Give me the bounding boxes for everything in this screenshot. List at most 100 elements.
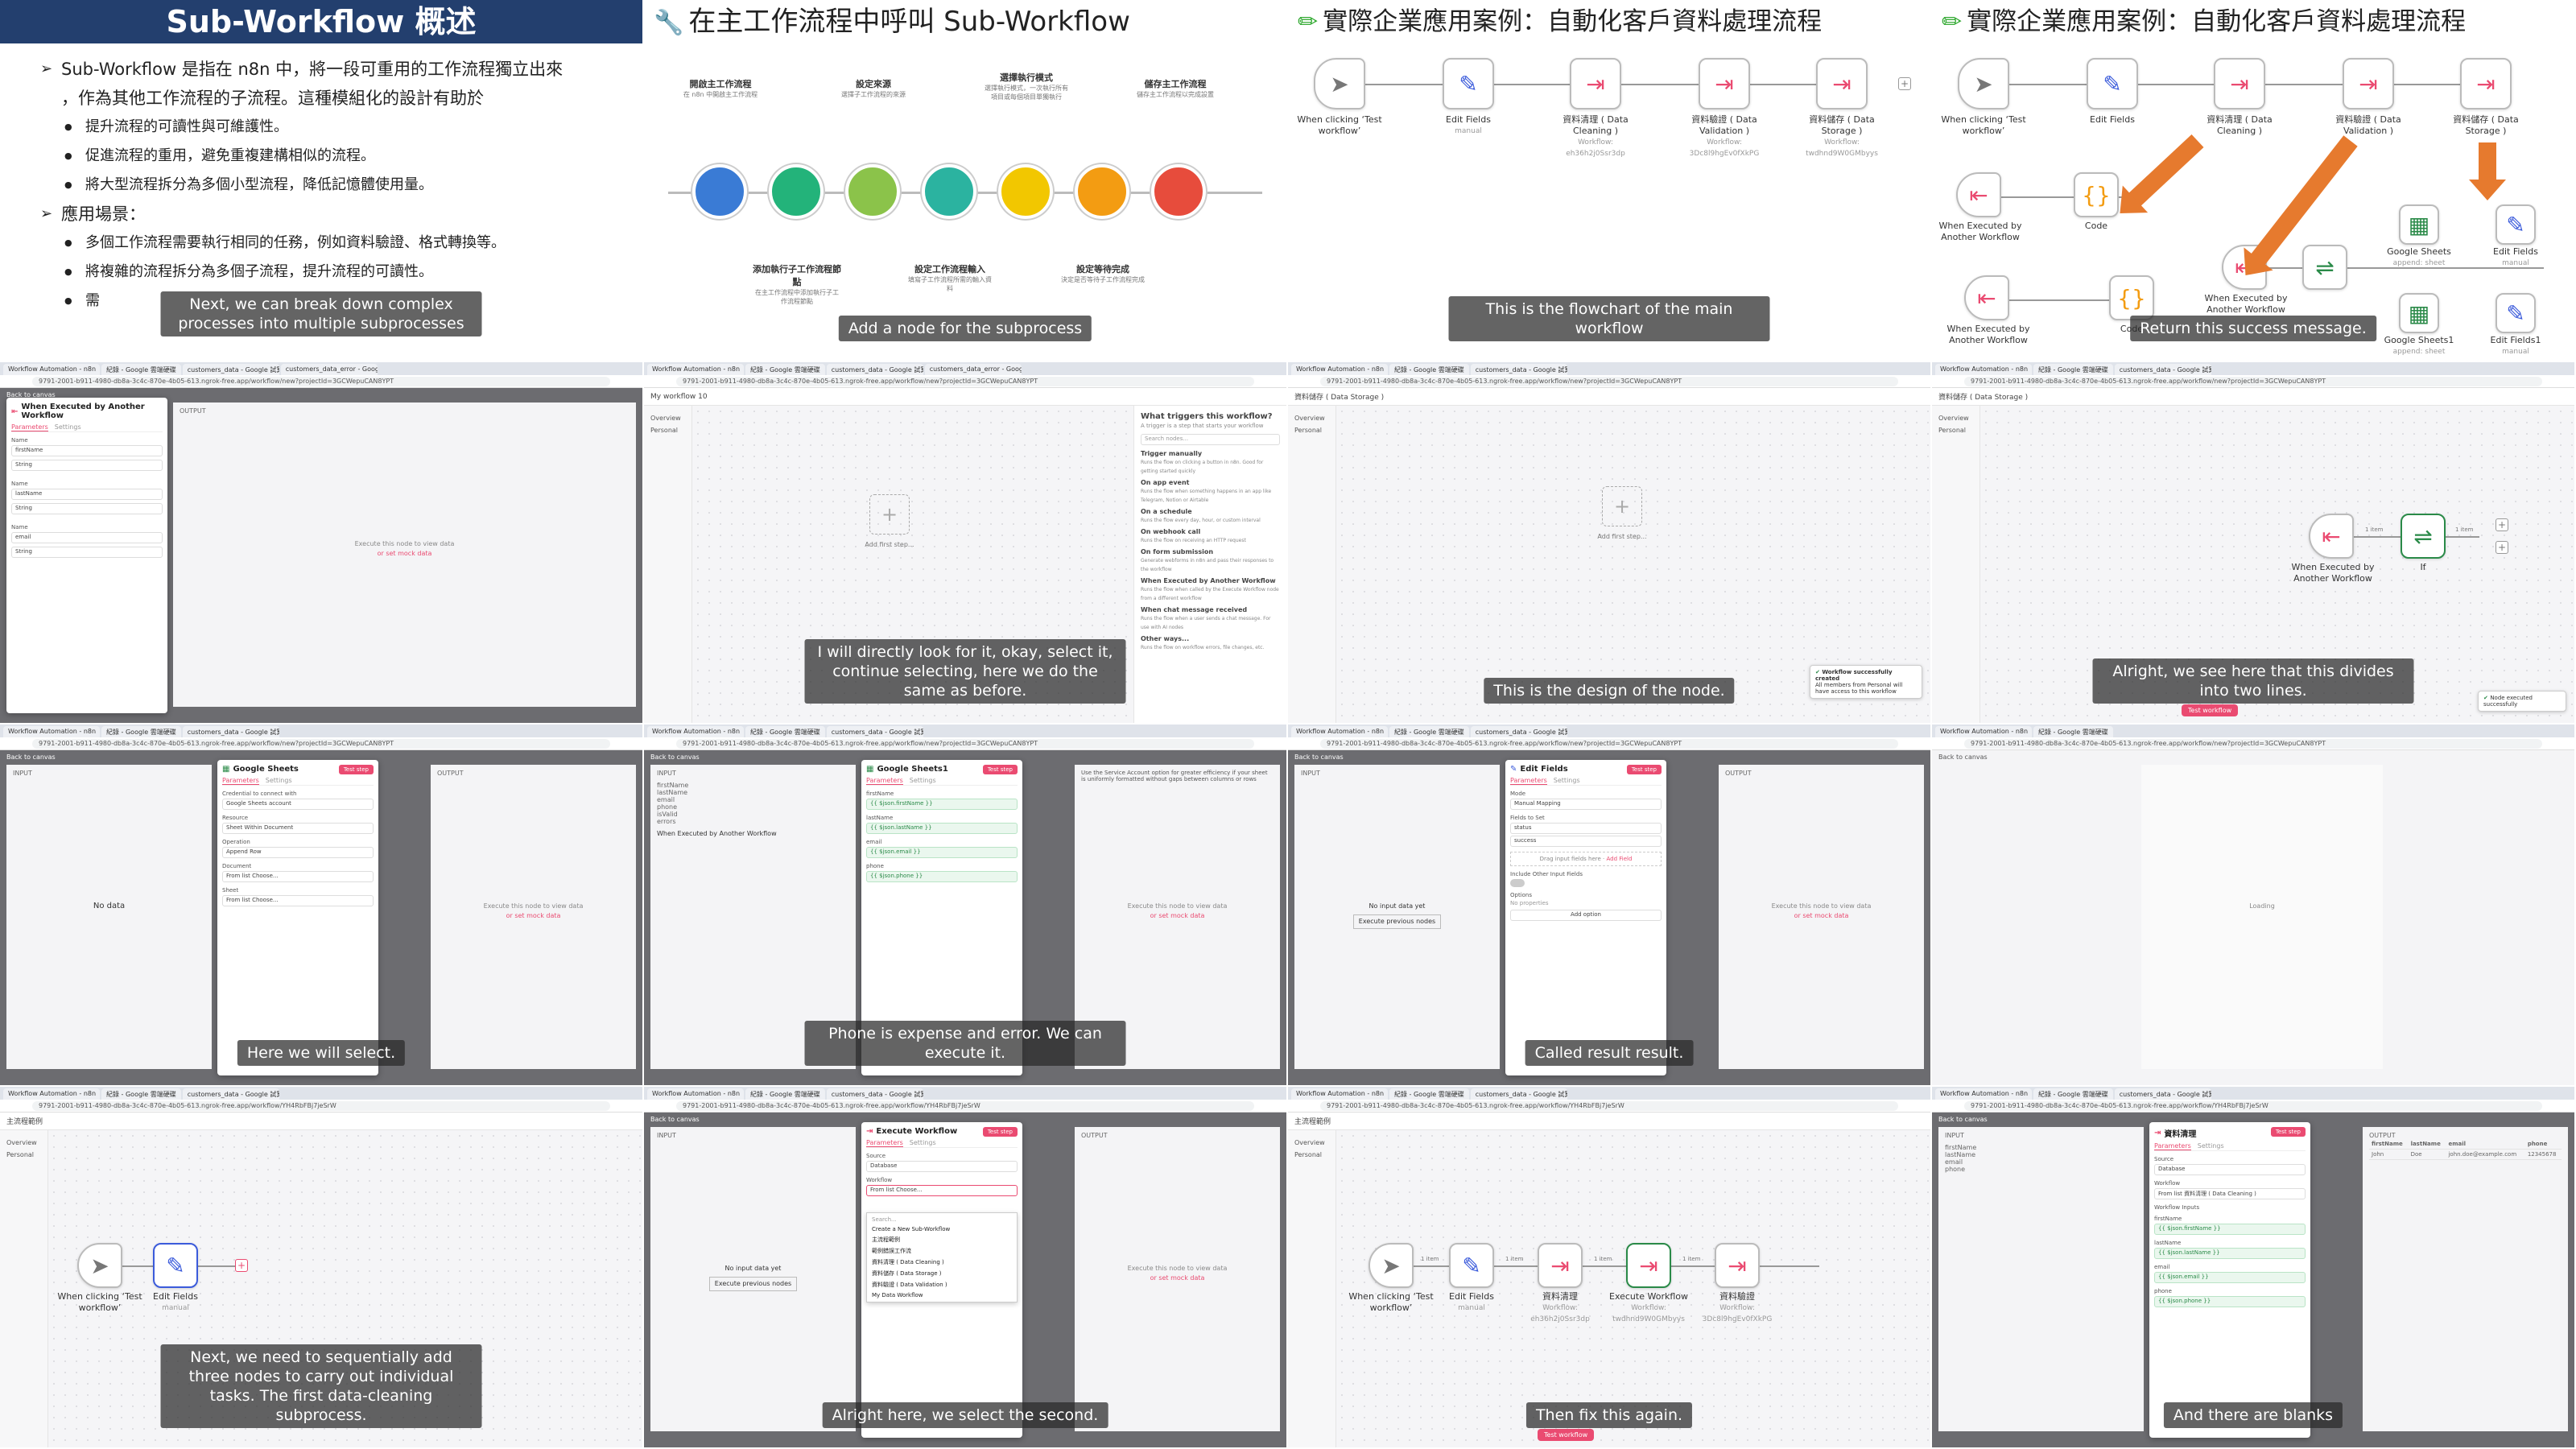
tab-parameters[interactable]: Parameters bbox=[222, 777, 259, 785]
field-input[interactable]: lastName bbox=[11, 489, 163, 500]
input-field[interactable]: firstName bbox=[1945, 1144, 2137, 1151]
input-field[interactable]: email bbox=[1945, 1158, 2137, 1166]
browser-tab[interactable]: customers_data - Google 試算 bbox=[1470, 364, 1567, 375]
subworkflow-node[interactable]: ⇥ bbox=[2343, 58, 2394, 109]
subworkflow-node[interactable]: ⇥ bbox=[2214, 58, 2265, 109]
input-field[interactable]: email bbox=[657, 796, 849, 803]
mapping-expression[interactable]: {{ $json.phone }} bbox=[866, 871, 1018, 882]
source-select[interactable]: Database bbox=[866, 1161, 1018, 1172]
browser-tab[interactable]: 紀錄 - Google 雲端硬碟 bbox=[2033, 726, 2113, 737]
source-select[interactable]: Database bbox=[2154, 1164, 2306, 1175]
field-name-input[interactable]: status bbox=[1510, 823, 1662, 834]
google-sheets-icon[interactable]: ▦ bbox=[2399, 293, 2439, 333]
add-first-step-button[interactable]: + bbox=[869, 494, 910, 535]
sidebar-item-personal[interactable]: Personal bbox=[1288, 424, 1335, 436]
test-step-button[interactable]: Test step bbox=[982, 1127, 1018, 1137]
browser-tab[interactable]: customers_data - Google 試算 bbox=[826, 1088, 923, 1100]
address-bar[interactable]: 9791-2001-b911-4980-db8a-3c4c-870e-4b05-… bbox=[1932, 737, 2574, 750]
sidebar-item-personal[interactable]: Personal bbox=[0, 1149, 47, 1161]
tab-parameters[interactable]: Parameters bbox=[11, 423, 48, 431]
browser-tab[interactable]: 紀錄 - Google 雲端硬碟 bbox=[745, 726, 825, 737]
tab-parameters[interactable]: Parameters bbox=[1510, 777, 1547, 785]
browser-tab[interactable]: Workflow Automation - n8n bbox=[1291, 1088, 1388, 1100]
browser-tab[interactable]: 紀錄 - Google 雲端硬碟 bbox=[2033, 364, 2113, 375]
back-to-canvas-link[interactable]: Back to canvas bbox=[1294, 753, 1344, 761]
sidebar-item-personal[interactable]: Personal bbox=[644, 424, 691, 436]
test-step-button[interactable]: Test step bbox=[2270, 1127, 2306, 1137]
mouse-pointer-icon[interactable]: ➤ bbox=[77, 1243, 122, 1288]
mapping-expression[interactable]: {{ $json.lastName }} bbox=[866, 823, 1018, 834]
drop-zone[interactable]: Drag input fields here · Add Field bbox=[1510, 852, 1662, 866]
dropdown-option[interactable]: 主流程範例 bbox=[867, 1234, 1017, 1245]
address-bar[interactable]: 9791-2001-b911-4980-db8a-3c4c-870e-4b05-… bbox=[1288, 1100, 1930, 1113]
search-input[interactable]: Search nodes... bbox=[1141, 434, 1280, 445]
edit-fields-icon[interactable]: ✎ bbox=[2496, 204, 2536, 245]
browser-tab[interactable]: Workflow Automation - n8n bbox=[647, 726, 744, 737]
input-field[interactable]: phone bbox=[1945, 1166, 2137, 1173]
workflow-canvas[interactable]: ➤ ✎ ⇥ ⇥ ⇥ 1 item 1 item 1 item 1 item Wh… bbox=[1336, 1130, 1930, 1447]
add-node-icon[interactable]: + bbox=[235, 1259, 248, 1272]
edit-fields-icon[interactable]: ✎ bbox=[2496, 293, 2536, 333]
edit-fields-icon[interactable]: ✎ bbox=[1449, 1243, 1494, 1288]
include-toggle[interactable] bbox=[1510, 879, 1525, 887]
browser-tab[interactable]: customers_data_error - Googl bbox=[924, 364, 1022, 375]
input-field[interactable]: firstName bbox=[657, 782, 849, 789]
browser-tab[interactable]: customers_data - Google 試算 bbox=[2114, 364, 2211, 375]
browser-tab[interactable]: 紀錄 - Google 雲端硬碟 bbox=[101, 1088, 181, 1100]
subworkflow-node[interactable]: ⇥ bbox=[1538, 1243, 1583, 1288]
browser-tab[interactable]: Workflow Automation - n8n bbox=[1291, 364, 1388, 375]
mouse-pointer-icon[interactable]: ➤ bbox=[1314, 58, 1365, 109]
test-step-button[interactable]: Test step bbox=[1626, 765, 1662, 774]
browser-tab[interactable]: customers_data - Google 試算 bbox=[1470, 1088, 1567, 1100]
type-select[interactable]: String bbox=[11, 460, 163, 471]
sidebar-item-overview[interactable]: Overview bbox=[1288, 1137, 1335, 1149]
type-select[interactable]: String bbox=[11, 503, 163, 514]
browser-tab[interactable]: customers_data - Google 試算 bbox=[826, 364, 923, 375]
tab-parameters[interactable]: Parameters bbox=[866, 1139, 903, 1147]
execute-trigger-icon[interactable]: ⇤ bbox=[2309, 514, 2354, 559]
add-node-icon[interactable]: + bbox=[1898, 77, 1911, 90]
execute-trigger-icon[interactable]: ⇤ bbox=[1956, 172, 2001, 217]
document-select[interactable]: From list Choose... bbox=[222, 871, 374, 882]
mapping-expression[interactable]: {{ $json.phone }} bbox=[2154, 1296, 2306, 1307]
type-select[interactable]: String bbox=[11, 547, 163, 558]
browser-tab[interactable]: 紀錄 - Google 雲端硬碟 bbox=[745, 1088, 825, 1100]
browser-tab[interactable]: 紀錄 - Google 雲端硬碟 bbox=[2033, 1088, 2113, 1100]
workflow-name[interactable]: 主流程範例 bbox=[6, 1116, 43, 1126]
address-bar[interactable]: 9791-2001-b911-4980-db8a-3c4c-870e-4b05-… bbox=[0, 375, 642, 388]
dropdown-option[interactable]: 資料儲存 ( Data Storage ) bbox=[867, 1268, 1017, 1279]
input-field[interactable]: phone bbox=[657, 803, 849, 811]
tab-settings[interactable]: Settings bbox=[1554, 777, 1580, 785]
workflow-name[interactable]: 資料儲存 ( Data Storage ) bbox=[1938, 391, 2028, 402]
address-bar[interactable]: 9791-2001-b911-4980-db8a-3c4c-870e-4b05-… bbox=[1288, 737, 1930, 750]
field-input[interactable]: email bbox=[11, 532, 163, 543]
execute-trigger-icon[interactable]: ⇤ bbox=[1964, 275, 2009, 320]
sidebar-item-overview[interactable]: Overview bbox=[0, 1137, 47, 1149]
workflow-canvas[interactable]: + Add first step... ✔ Workflow successfu… bbox=[1336, 406, 1930, 723]
browser-tab[interactable]: customers_data - Google 試算 bbox=[2114, 1088, 2211, 1100]
tab-settings[interactable]: Settings bbox=[55, 423, 81, 431]
mouse-pointer-icon[interactable]: ➤ bbox=[1958, 58, 2009, 109]
browser-tab[interactable]: 紀錄 - Google 雲端硬碟 bbox=[745, 364, 825, 375]
address-bar[interactable]: 9791-2001-b911-4980-db8a-3c4c-870e-4b05-… bbox=[644, 1100, 1286, 1113]
if-node-icon[interactable]: ⇌ bbox=[2401, 514, 2446, 559]
add-first-step-button[interactable]: + bbox=[1602, 486, 1642, 526]
dropdown-option[interactable]: 資料驗證 ( Data Validation ) bbox=[867, 1279, 1017, 1290]
trigger-option[interactable]: On form submission Generate webforms in n… bbox=[1141, 548, 1280, 574]
dropdown-option[interactable]: Create a New Sub-Workflow bbox=[867, 1224, 1017, 1234]
browser-tab[interactable]: 紀錄 - Google 雲端硬碟 bbox=[1389, 726, 1469, 737]
edit-fields-node[interactable]: ✎ bbox=[2087, 58, 2138, 109]
execute-previous-button[interactable]: Execute previous nodes bbox=[1352, 914, 1442, 930]
tab-settings[interactable]: Settings bbox=[266, 777, 292, 785]
address-bar[interactable]: 9791-2001-b911-4980-db8a-3c4c-870e-4b05-… bbox=[1288, 375, 1930, 388]
address-bar[interactable]: 9791-2001-b911-4980-db8a-3c4c-870e-4b05-… bbox=[644, 737, 1286, 750]
browser-tab[interactable]: Workflow Automation - n8n bbox=[3, 726, 100, 737]
operation-select[interactable]: Append Row bbox=[222, 847, 374, 858]
tab-settings[interactable]: Settings bbox=[2198, 1142, 2224, 1150]
browser-tab[interactable]: Workflow Automation - n8n bbox=[3, 1088, 100, 1100]
test-workflow-button[interactable]: Test workflow bbox=[2182, 704, 2239, 716]
input-section[interactable]: When Executed by Another Workflow bbox=[657, 830, 849, 837]
browser-tab[interactable]: Workflow Automation - n8n bbox=[1935, 364, 2032, 375]
input-field[interactable]: isValid bbox=[657, 811, 849, 818]
tab-settings[interactable]: Settings bbox=[910, 777, 936, 785]
